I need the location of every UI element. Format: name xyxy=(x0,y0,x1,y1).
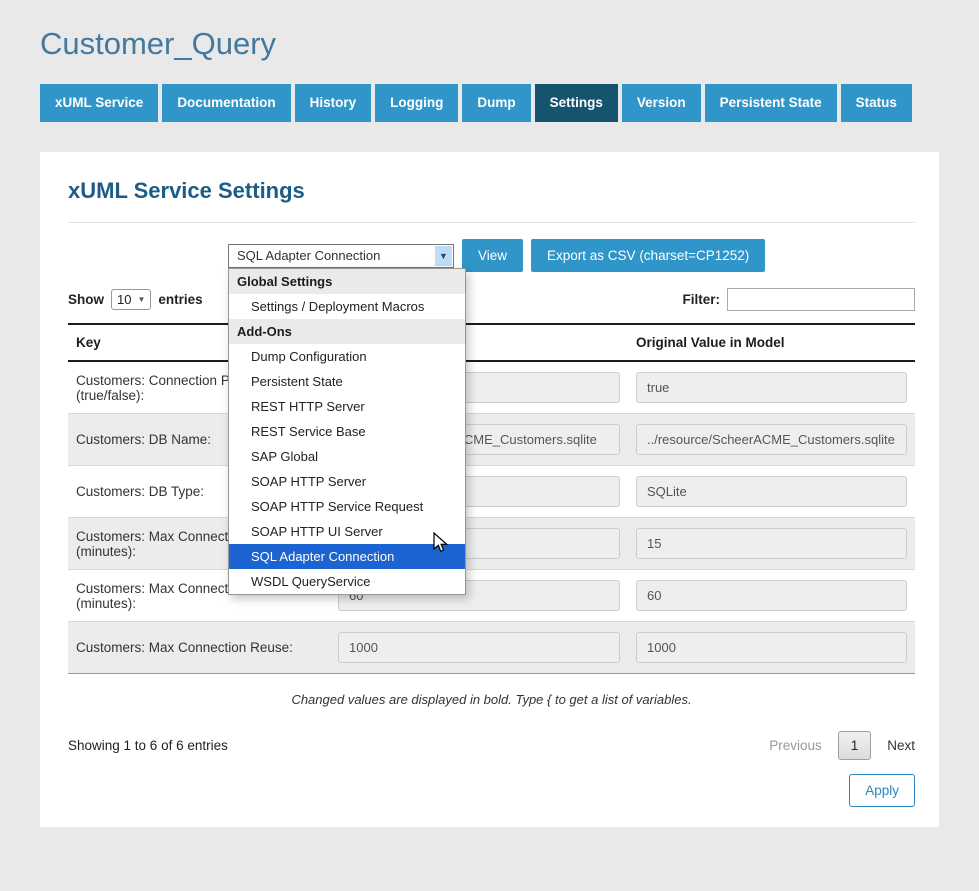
tab-history[interactable]: History xyxy=(295,84,372,122)
setting-original-value-field: ../resource/ScheerACME_Customers.sqlite xyxy=(636,424,907,455)
connection-select[interactable]: SQL Adapter Connection ▼ xyxy=(228,244,454,268)
setting-original-value-field: SQLite xyxy=(636,476,907,507)
setting-original-value-field: 60 xyxy=(636,580,907,611)
apply-button[interactable]: Apply xyxy=(849,774,915,807)
menu-item-dump-configuration[interactable]: Dump Configuration xyxy=(229,344,465,369)
menu-item-persistent-state[interactable]: Persistent State xyxy=(229,369,465,394)
table-row: Customers: DB Type: SQLite SQLite xyxy=(68,466,915,518)
setting-key-label: Customers: DB Type: xyxy=(76,484,204,499)
menu-item-sql-adapter-connection[interactable]: SQL Adapter Connection xyxy=(229,544,465,569)
menu-item-soap-http-service-request[interactable]: SOAP HTTP Service Request xyxy=(229,494,465,519)
column-header-original: Original Value in Model xyxy=(628,324,915,361)
toolbar: SQL Adapter Connection ▼ Global Settings… xyxy=(68,239,915,272)
next-page-button[interactable]: Next xyxy=(887,738,915,753)
menu-item-sap-global[interactable]: SAP Global xyxy=(229,444,465,469)
table-row: Customers: DB Name: ../resource/ScheerAC… xyxy=(68,414,915,466)
pagination: Previous 1 Next xyxy=(769,731,915,760)
table-header-row: Key Value Original Value in Model xyxy=(68,324,915,361)
table-row: Customers: Max Connection Age (minutes):… xyxy=(68,518,915,570)
settings-table: Key Value Original Value in Model Custom… xyxy=(68,323,915,674)
tab-dump[interactable]: Dump xyxy=(462,84,530,122)
view-button[interactable]: View xyxy=(462,239,523,272)
settings-table-body: Customers: Connection Pooling (true/fals… xyxy=(68,361,915,674)
filter-label: Filter: xyxy=(682,292,720,307)
setting-key-label: Customers: Max Connection Reuse: xyxy=(76,640,293,655)
menu-item-rest-http-server[interactable]: REST HTTP Server xyxy=(229,394,465,419)
tab-xuml-service[interactable]: xUML Service xyxy=(40,84,158,122)
setting-original-value-field: true xyxy=(636,372,907,403)
menu-item-settings-deployment-macros[interactable]: Settings / Deployment Macros xyxy=(229,294,465,319)
page-length-value: 10 xyxy=(117,292,131,307)
chevron-down-icon[interactable]: ▼ xyxy=(435,246,452,266)
menu-item-soap-http-ui-server[interactable]: SOAP HTTP UI Server xyxy=(229,519,465,544)
menu-group-header: Add-Ons xyxy=(229,319,465,344)
settings-card: xUML Service Settings SQL Adapter Connec… xyxy=(40,152,939,827)
export-csv-button[interactable]: Export as CSV (charset=CP1252) xyxy=(531,239,765,272)
setting-key-label: Customers: DB Name: xyxy=(76,432,211,447)
entries-label: entries xyxy=(158,292,202,307)
page-number-button[interactable]: 1 xyxy=(838,731,872,760)
tab-settings[interactable]: Settings xyxy=(535,84,618,122)
list-controls: Show 10 ▼ entries Filter: xyxy=(68,288,915,311)
tab-logging[interactable]: Logging xyxy=(375,84,458,122)
table-row: Customers: Max Connection Idle Time (min… xyxy=(68,570,915,622)
chevron-down-icon: ▼ xyxy=(137,295,145,304)
table-row: Customers: Connection Pooling (true/fals… xyxy=(68,361,915,414)
tab-bar: xUML ServiceDocumentationHistoryLoggingD… xyxy=(40,84,939,122)
menu-group-header: Global Settings xyxy=(229,269,465,294)
page: Customer_Query xUML ServiceDocumentation… xyxy=(0,26,979,827)
show-label: Show xyxy=(68,292,104,307)
tab-documentation[interactable]: Documentation xyxy=(162,84,290,122)
menu-item-rest-service-base[interactable]: REST Service Base xyxy=(229,419,465,444)
page-length-select[interactable]: 10 ▼ xyxy=(111,289,151,310)
table-row: Customers: Max Connection Reuse: 1000 10… xyxy=(68,622,915,674)
card-heading: xUML Service Settings xyxy=(68,178,915,223)
connection-select-value: SQL Adapter Connection xyxy=(237,248,380,263)
setting-original-value-field: 15 xyxy=(636,528,907,559)
menu-item-soap-http-server[interactable]: SOAP HTTP Server xyxy=(229,469,465,494)
showing-entries-text: Showing 1 to 6 of 6 entries xyxy=(68,738,228,753)
page-title: Customer_Query xyxy=(40,26,939,62)
table-footer: Showing 1 to 6 of 6 entries Previous 1 N… xyxy=(68,731,915,760)
tab-persistent-state[interactable]: Persistent State xyxy=(705,84,837,122)
filter-input[interactable] xyxy=(727,288,915,311)
tab-version[interactable]: Version xyxy=(622,84,701,122)
tab-status[interactable]: Status xyxy=(841,84,912,122)
menu-item-wsdl-queryservice[interactable]: WSDL QueryService xyxy=(229,569,465,594)
setting-original-value-field: 1000 xyxy=(636,632,907,663)
connection-select-wrap: SQL Adapter Connection ▼ Global Settings… xyxy=(228,244,454,268)
connection-dropdown-menu: Global SettingsSettings / Deployment Mac… xyxy=(228,268,466,595)
mouse-cursor-icon xyxy=(432,532,450,554)
previous-page-button[interactable]: Previous xyxy=(769,738,822,753)
show-entries-group: Show 10 ▼ entries xyxy=(68,289,203,310)
apply-row: Apply xyxy=(68,774,915,807)
filter-group: Filter: xyxy=(682,288,915,311)
table-note: Changed values are displayed in bold. Ty… xyxy=(68,692,915,707)
setting-value-input[interactable]: 1000 xyxy=(338,632,620,663)
